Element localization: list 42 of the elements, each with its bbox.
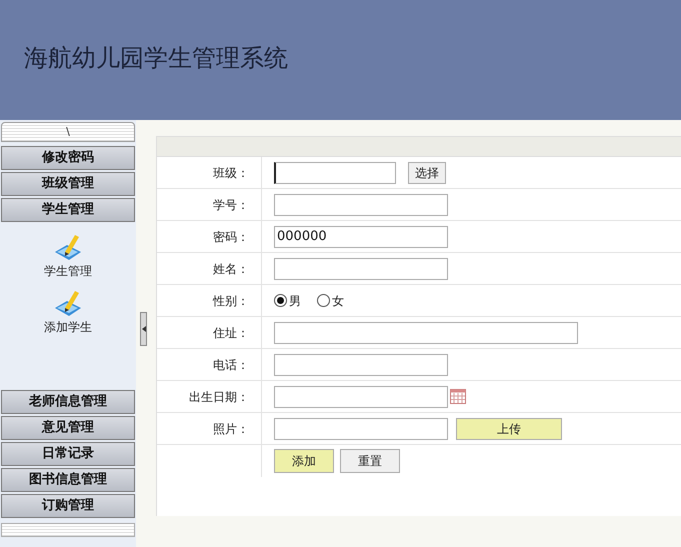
radio-button[interactable]: [317, 294, 330, 307]
menu-header[interactable]: 老师信息管理: [1, 390, 135, 414]
field-label: 密码：: [213, 228, 249, 246]
menu-link[interactable]: 添加学生: [44, 318, 92, 336]
field-label: 学号：: [213, 196, 249, 214]
menu-header[interactable]: 学生管理: [1, 198, 135, 222]
input-field[interactable]: [274, 418, 448, 440]
radio-button[interactable]: [274, 294, 287, 307]
field-label: 住址：: [213, 324, 249, 342]
menu-header[interactable]: 图书信息管理: [1, 468, 135, 492]
pencil-icon: [53, 232, 83, 262]
input-field[interactable]: [274, 322, 578, 344]
field-label: 出生日期：: [189, 388, 249, 406]
input-field[interactable]: [274, 162, 396, 184]
radio-label: 男: [289, 292, 301, 310]
input-field[interactable]: [274, 194, 448, 216]
add-button[interactable]: 添加: [274, 449, 334, 473]
field-label: 电话：: [213, 356, 249, 374]
pencil-icon: [53, 288, 83, 318]
menu-header[interactable]: 日常记录: [1, 442, 135, 466]
menu-header[interactable]: 意见管理: [1, 416, 135, 440]
input-field[interactable]: 000000: [274, 226, 448, 248]
menu-header[interactable]: 修改密码: [1, 146, 135, 170]
splitter-handle[interactable]: [140, 312, 147, 346]
reset-button[interactable]: 重置: [340, 449, 400, 473]
field-label: 姓名：: [213, 260, 249, 278]
select-button[interactable]: 选择: [408, 162, 446, 184]
menu-link[interactable]: 学生管理: [44, 262, 92, 280]
field-label: 性别：: [213, 292, 249, 310]
input-field[interactable]: [274, 354, 448, 376]
menu-header[interactable]: 班级管理: [1, 172, 135, 196]
field-label: 照片：: [213, 420, 249, 438]
collapse-toggle[interactable]: \: [1, 122, 135, 142]
app-title: 海航幼儿园学生管理系统: [24, 43, 288, 74]
left-arrow-icon: [142, 326, 146, 332]
upload-button[interactable]: 上传: [456, 418, 562, 440]
menu-header[interactable]: 订购管理: [1, 494, 135, 518]
input-field[interactable]: [274, 258, 448, 280]
radio-label: 女: [332, 292, 344, 310]
field-label: 班级：: [213, 164, 249, 182]
calendar-icon[interactable]: [450, 389, 466, 404]
input-field[interactable]: [274, 386, 448, 408]
